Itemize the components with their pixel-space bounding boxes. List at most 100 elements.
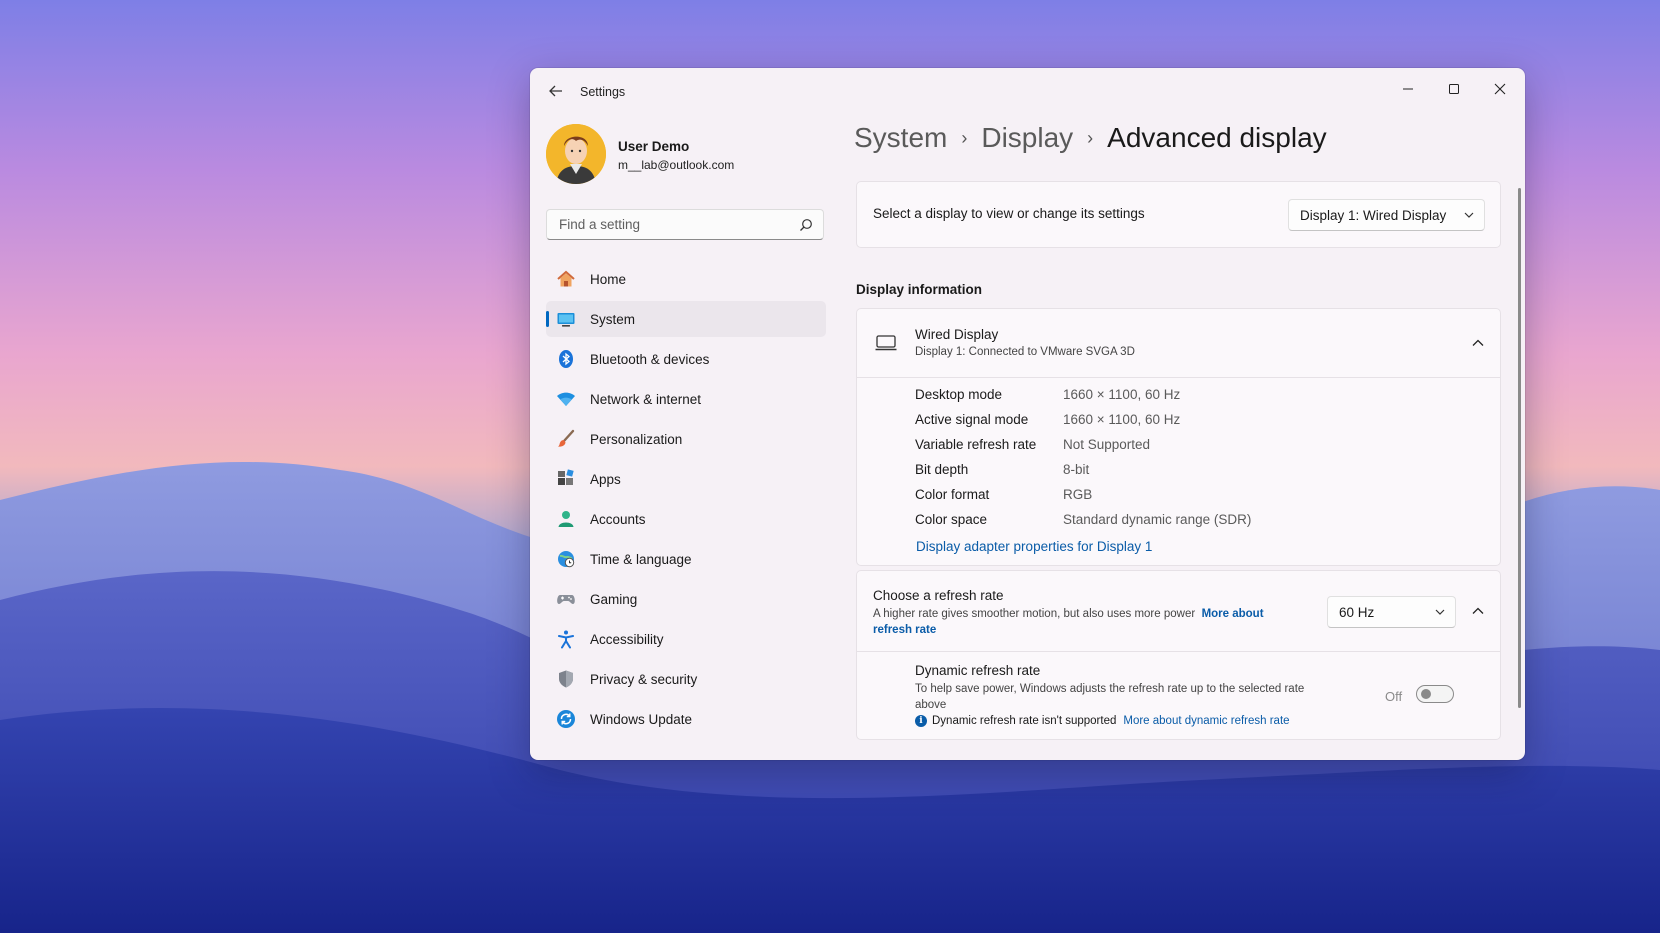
sidebar-item-label: Bluetooth & devices — [590, 351, 710, 367]
info-key: Desktop mode — [915, 387, 1003, 402]
info-value: Standard dynamic range (SDR) — [1063, 512, 1252, 527]
sidebar-item-apps[interactable]: Apps — [546, 461, 826, 497]
minimize-icon — [1403, 88, 1413, 90]
sidebar-item-label: Accessibility — [590, 631, 664, 647]
settings-window: Settings User Demo m__lab@outlook.com Fi… — [530, 68, 1525, 760]
back-button[interactable] — [540, 78, 572, 104]
sidebar-item-label: System — [590, 311, 636, 327]
breadcrumb-chevron-icon: › — [961, 127, 968, 148]
dynamic-refresh-rate-title: Dynamic refresh rate — [915, 663, 1041, 678]
display-info-header[interactable]: Wired Display Display 1: Connected to VM… — [857, 309, 1500, 378]
info-value: 8-bit — [1063, 462, 1090, 477]
avatar — [546, 124, 606, 184]
sidebar-item-label: Apps — [590, 471, 621, 487]
display-dropdown-value: Display 1: Wired Display — [1300, 207, 1447, 223]
breadcrumb-display[interactable]: Display — [981, 122, 1073, 154]
page-title: Advanced display — [1107, 122, 1327, 153]
collapse-refresh-rate-button[interactable] — [1468, 601, 1488, 621]
info-key: Color format — [915, 487, 990, 502]
info-row: Bit depth 8-bit — [915, 462, 1251, 487]
monitor-icon — [875, 335, 897, 351]
sidebar-item-label: Windows Update — [590, 711, 693, 727]
display-adapter-properties-link[interactable]: Display adapter properties for Display 1 — [916, 539, 1152, 554]
sidebar-item-personalization[interactable]: Personalization — [546, 421, 826, 457]
display-info-title: Wired Display — [915, 327, 999, 342]
refresh-rate-dropdown[interactable]: 60 Hz — [1327, 596, 1456, 628]
minimize-button[interactable] — [1386, 74, 1430, 104]
display-dropdown[interactable]: Display 1: Wired Display — [1288, 199, 1485, 231]
system-icon — [556, 309, 576, 329]
info-value: 1660 × 1100, 60 Hz — [1063, 412, 1181, 427]
collapse-display-info-button[interactable] — [1468, 333, 1488, 353]
info-row: Color space Standard dynamic range (SDR) — [915, 512, 1251, 537]
user-email: m__lab@outlook.com — [618, 158, 735, 172]
display-info-subtitle: Display 1: Connected to VMware SVGA 3D — [915, 346, 1135, 358]
toggle-knob — [1421, 689, 1431, 699]
info-key: Bit depth — [915, 462, 969, 477]
refresh-rate-value: 60 Hz — [1339, 604, 1375, 620]
display-info-rows: Desktop mode 1660 × 1100, 60 Hz Active si… — [915, 387, 1251, 537]
user-name: User Demo — [618, 139, 690, 154]
dynamic-refresh-rate-description: To help save power, Windows adjusts the … — [915, 683, 1305, 711]
accessibility-icon — [556, 629, 576, 649]
sidebar-item-label: Time & language — [590, 551, 692, 567]
maximize-button[interactable] — [1432, 74, 1476, 104]
search-icon[interactable] — [799, 218, 813, 232]
app-title: Settings — [580, 85, 626, 99]
sidebar-item-label: Network & internet — [590, 391, 702, 407]
close-button[interactable] — [1478, 74, 1522, 104]
scrollbar[interactable] — [1518, 188, 1521, 708]
title-bar: Settings — [530, 68, 1525, 116]
sidebar-item-label: Gaming — [590, 591, 638, 607]
sidebar-item-bluetooth[interactable]: Bluetooth & devices — [546, 341, 826, 377]
refresh-rate-card: Choose a refresh rate A higher rate give… — [856, 570, 1501, 740]
refresh-rate-header: Choose a refresh rate A higher rate give… — [857, 571, 1500, 652]
search-input[interactable] — [557, 216, 791, 233]
user-profile[interactable]: User Demo m__lab@outlook.com — [546, 124, 826, 188]
info-key: Variable refresh rate — [915, 437, 1037, 452]
sidebar-item-privacy-security[interactable]: Privacy & security — [546, 661, 826, 697]
sidebar-item-gaming[interactable]: Gaming — [546, 581, 826, 617]
sidebar-item-network[interactable]: Network & internet — [546, 381, 826, 417]
breadcrumb-system[interactable]: System — [854, 122, 947, 154]
dynamic-refresh-rate-note: i Dynamic refresh rate isn't supported M… — [915, 715, 1290, 727]
search-box[interactable] — [546, 209, 824, 240]
brush-icon — [556, 429, 576, 449]
chevron-up-icon — [1472, 607, 1484, 614]
sidebar-item-home[interactable]: Home — [546, 261, 826, 297]
info-value: RGB — [1063, 487, 1093, 502]
sidebar-item-accounts[interactable]: Accounts — [546, 501, 826, 537]
back-arrow-icon — [549, 85, 562, 97]
wifi-icon — [556, 389, 576, 409]
apps-icon — [556, 469, 576, 489]
info-row: Color format RGB — [915, 487, 1251, 512]
sidebar-nav: Home System Bluetooth & devices Network … — [546, 261, 826, 741]
globe-clock-icon — [556, 549, 576, 569]
display-info-card: Wired Display Display 1: Connected to VM… — [856, 308, 1501, 566]
home-icon — [556, 269, 576, 289]
sidebar-item-system[interactable]: System — [546, 301, 826, 337]
info-row: Desktop mode 1660 × 1100, 60 Hz — [915, 387, 1251, 412]
info-value: Not Supported — [1063, 437, 1151, 452]
breadcrumb: System › Display › Advanced display — [854, 122, 1327, 154]
maximize-icon — [1449, 84, 1459, 94]
refresh-rate-title: Choose a refresh rate — [873, 588, 1004, 603]
update-icon — [556, 709, 576, 729]
sidebar-item-accessibility[interactable]: Accessibility — [546, 621, 826, 657]
info-icon: i — [915, 715, 927, 727]
bluetooth-icon — [556, 349, 576, 369]
section-heading: Display information — [856, 282, 983, 297]
info-key: Active signal mode — [915, 412, 1029, 427]
dynamic-refresh-rate-toggle[interactable] — [1416, 685, 1454, 703]
sidebar-item-windows-update[interactable]: Windows Update — [546, 701, 826, 737]
info-key: Color space — [915, 512, 988, 527]
accounts-icon — [556, 509, 576, 529]
info-value: 1660 × 1100, 60 Hz — [1063, 387, 1181, 402]
chevron-down-icon — [1464, 212, 1474, 218]
display-select-card: Select a display to view or change its s… — [856, 181, 1501, 248]
sidebar-item-time-language[interactable]: Time & language — [546, 541, 826, 577]
sidebar-item-label: Accounts — [590, 511, 646, 527]
info-row: Variable refresh rate Not Supported — [915, 437, 1251, 462]
sidebar-item-label: Personalization — [590, 431, 683, 447]
more-about-dynamic-refresh-rate-link[interactable]: More about dynamic refresh rate — [1123, 715, 1289, 727]
